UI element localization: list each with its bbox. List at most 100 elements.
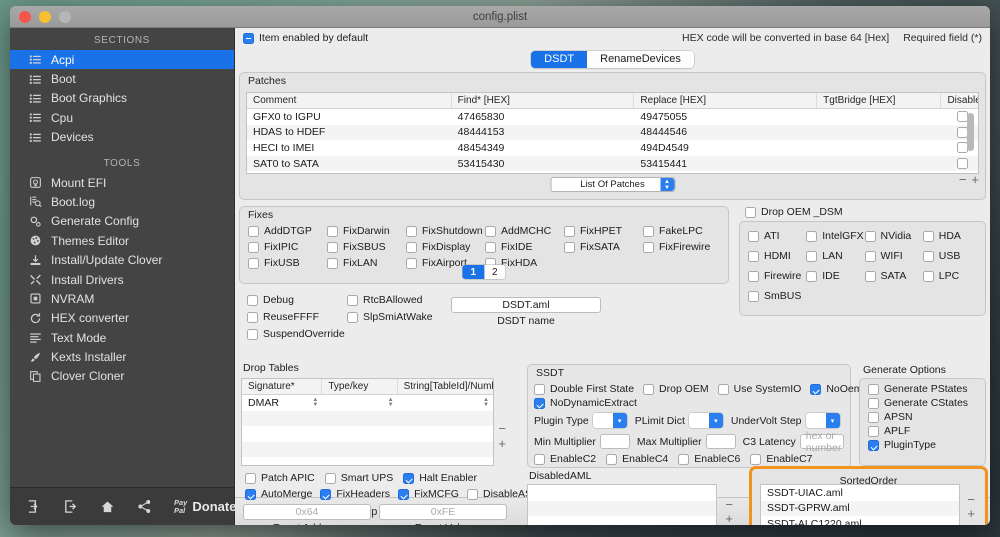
genopt-generate-pstates-checkbox[interactable] xyxy=(868,383,879,395)
ssdt-enablec2-checkbox[interactable] xyxy=(534,453,545,465)
dropoem-lpc-row[interactable]: LPC xyxy=(922,270,981,282)
dropoem-hda-checkbox[interactable] xyxy=(922,230,934,242)
fix-adddtgp-checkbox[interactable] xyxy=(248,225,259,237)
patches-cell-find[interactable]: 53415430 xyxy=(452,158,635,170)
fix-fixlan-checkbox[interactable] xyxy=(327,257,338,269)
dropoem-firewire-checkbox[interactable] xyxy=(748,270,759,282)
import-icon[interactable] xyxy=(26,499,41,514)
stepper-icon[interactable]: ▲ ▼ xyxy=(388,397,394,408)
fix-fixusb-checkbox[interactable] xyxy=(248,257,259,269)
zoom-button[interactable] xyxy=(59,10,71,23)
misc-debug-row[interactable]: Debug xyxy=(247,294,347,306)
drop-oem-dsm-checkbox-row[interactable]: Drop OEM _DSM xyxy=(745,206,843,218)
list-item[interactable]: SSDT-ALC1220.aml xyxy=(761,516,959,525)
fix-fixfirewire-checkbox[interactable] xyxy=(643,241,654,253)
dsdt-name-input[interactable]: DSDT.aml xyxy=(451,297,601,313)
fix-fixdarwin-checkbox[interactable] xyxy=(327,225,338,237)
sidebar-tool-mount-efi[interactable]: Mount EFI xyxy=(10,173,234,192)
patches-column-header[interactable]: TgtBridge [HEX] xyxy=(817,93,942,108)
reset-address-input[interactable]: 0x64 xyxy=(243,504,371,520)
sidebar-item-boot[interactable]: Boot xyxy=(10,69,234,88)
misc-rtcballowed-checkbox[interactable] xyxy=(347,294,358,306)
bottomflag-fixheaders-row[interactable]: FixHeaders xyxy=(320,488,390,500)
dropoem-firewire-row[interactable]: Firewire xyxy=(748,270,806,282)
dropoem-ati-checkbox[interactable] xyxy=(748,230,759,242)
fix-adddtgp-row[interactable]: AddDTGP xyxy=(248,225,327,237)
list-item[interactable]: SSDT-GPRW.aml xyxy=(761,500,959,517)
minimize-button[interactable] xyxy=(39,10,51,23)
fix-fixdarwin-row[interactable]: FixDarwin xyxy=(327,225,406,237)
fix-addmchc-row[interactable]: AddMCHC xyxy=(485,225,564,237)
dropoem-smbus-row[interactable]: SmBUS xyxy=(748,290,806,302)
dropoem-wifi-row[interactable]: WIFI xyxy=(864,250,923,262)
genopt-aplf-checkbox[interactable] xyxy=(868,425,879,437)
dropoem-hdmi-row[interactable]: HDMI xyxy=(748,250,806,262)
dropoem-ati-row[interactable]: ATI xyxy=(748,230,806,242)
bottomflag-automerge-checkbox[interactable] xyxy=(245,488,256,500)
bottomflag-fixmcfg-checkbox[interactable] xyxy=(398,488,410,500)
dropoem-nvidia-checkbox[interactable] xyxy=(864,230,876,242)
drop-tables-cell-string[interactable]: ▲ ▼ xyxy=(398,397,493,408)
list-of-patches-button[interactable]: List Of Patches ▲ ▼ xyxy=(550,177,675,192)
sidebar-item-cpu[interactable]: Cpu xyxy=(10,108,234,127)
fix-fixhpet-checkbox[interactable] xyxy=(564,225,575,237)
table-row[interactable]: HECI to IMEI 48454349 494D4549 xyxy=(247,140,978,156)
bottomflag-patch-apic-checkbox[interactable] xyxy=(245,472,256,484)
dropoem-hda-row[interactable]: HDA xyxy=(922,230,981,242)
table-row[interactable]: GFX0 to IGPU 47465830 49475055 xyxy=(247,109,978,125)
sidebar-tool-text-mode[interactable]: Text Mode xyxy=(10,328,234,347)
list-item-empty[interactable] xyxy=(528,485,716,501)
dropoem-nvidia-row[interactable]: NVidia xyxy=(864,230,923,242)
ssdt-nooemtableid-checkbox[interactable] xyxy=(810,383,822,395)
list-item-empty[interactable] xyxy=(528,516,716,525)
list-item-empty[interactable] xyxy=(528,500,716,517)
item-enabled-checkbox[interactable] xyxy=(243,32,254,44)
fixes-page-1[interactable]: 1 xyxy=(462,265,484,279)
ssdt-max-multiplier-input[interactable] xyxy=(705,434,736,449)
table-row-empty[interactable] xyxy=(242,426,493,442)
sidebar-tool-generate-config[interactable]: Generate Config xyxy=(10,212,234,231)
drop-tables-cell-signature[interactable]: DMAR ▲ ▼ xyxy=(242,397,322,409)
fix-fixsbus-checkbox[interactable] xyxy=(327,241,338,253)
dropoem-lan-checkbox[interactable] xyxy=(806,250,818,262)
fix-fixdisplay-row[interactable]: FixDisplay xyxy=(406,241,485,253)
sorted-order-remove-button[interactable]: − xyxy=(967,493,975,506)
fix-fakelpc-row[interactable]: FakeLPC xyxy=(643,225,722,237)
patches-cell-find[interactable]: 48454349 xyxy=(452,142,635,154)
drop-tables-column-header[interactable]: Signature* xyxy=(242,379,323,394)
misc-slpsmiatwake-row[interactable]: SlpSmiAtWake xyxy=(347,311,447,323)
patch-disabled-checkbox[interactable] xyxy=(957,158,969,170)
drop-tables-column-header[interactable]: String[TableId]/Number[Length] xyxy=(398,379,493,394)
tab-dsdt[interactable]: DSDT xyxy=(531,50,588,68)
ssdt-enablec6-row[interactable]: EnableC6 xyxy=(678,453,740,465)
ssdt-double-first-state-checkbox[interactable] xyxy=(534,383,545,395)
patches-disabled-cell[interactable] xyxy=(941,158,978,170)
misc-reuseffff-checkbox[interactable] xyxy=(247,311,258,323)
home-icon[interactable] xyxy=(100,499,115,514)
fix-fixfirewire-row[interactable]: FixFirewire xyxy=(643,241,722,253)
bottomflag-fixheaders-checkbox[interactable] xyxy=(320,488,332,500)
reset-value-input[interactable]: 0xFE xyxy=(379,504,507,520)
table-row-empty[interactable] xyxy=(242,457,493,465)
bottomflag-automerge-row[interactable]: AutoMerge xyxy=(245,488,312,500)
misc-slpsmiatwake-checkbox[interactable] xyxy=(347,311,358,323)
genopt-aplf-row[interactable]: APLF xyxy=(868,425,968,437)
share-icon[interactable] xyxy=(137,499,152,514)
bottomflag-halt-enabler-row[interactable]: Halt Enabler xyxy=(403,472,477,484)
fix-fakelpc-checkbox[interactable] xyxy=(643,225,654,237)
list-of-patches-stepper[interactable]: ▲ ▼ xyxy=(660,178,674,191)
fix-addmchc-checkbox[interactable] xyxy=(485,225,496,237)
patches-add-button[interactable]: + xyxy=(971,173,979,186)
sidebar-tool-install-drivers[interactable]: Install Drivers xyxy=(10,270,234,289)
ssdt-use-systemio-checkbox[interactable] xyxy=(717,383,729,395)
dropoem-wifi-checkbox[interactable] xyxy=(864,250,876,262)
disabled-aml-remove-button[interactable]: − xyxy=(725,498,733,511)
drop-tables-remove-button[interactable]: − xyxy=(498,422,506,435)
misc-reuseffff-row[interactable]: ReuseFFFF xyxy=(247,311,347,323)
sidebar-tool-install-update-clover[interactable]: Install/Update Clover xyxy=(10,250,234,269)
genopt-apsn-row[interactable]: APSN xyxy=(868,411,968,423)
genopt-apsn-checkbox[interactable] xyxy=(868,411,879,423)
genopt-plugintype-row[interactable]: PluginType xyxy=(868,439,968,451)
dropoem-intelgfx-row[interactable]: IntelGFX xyxy=(806,230,864,242)
table-row[interactable]: SAT0 to SATA 53415430 53415441 xyxy=(247,155,978,172)
